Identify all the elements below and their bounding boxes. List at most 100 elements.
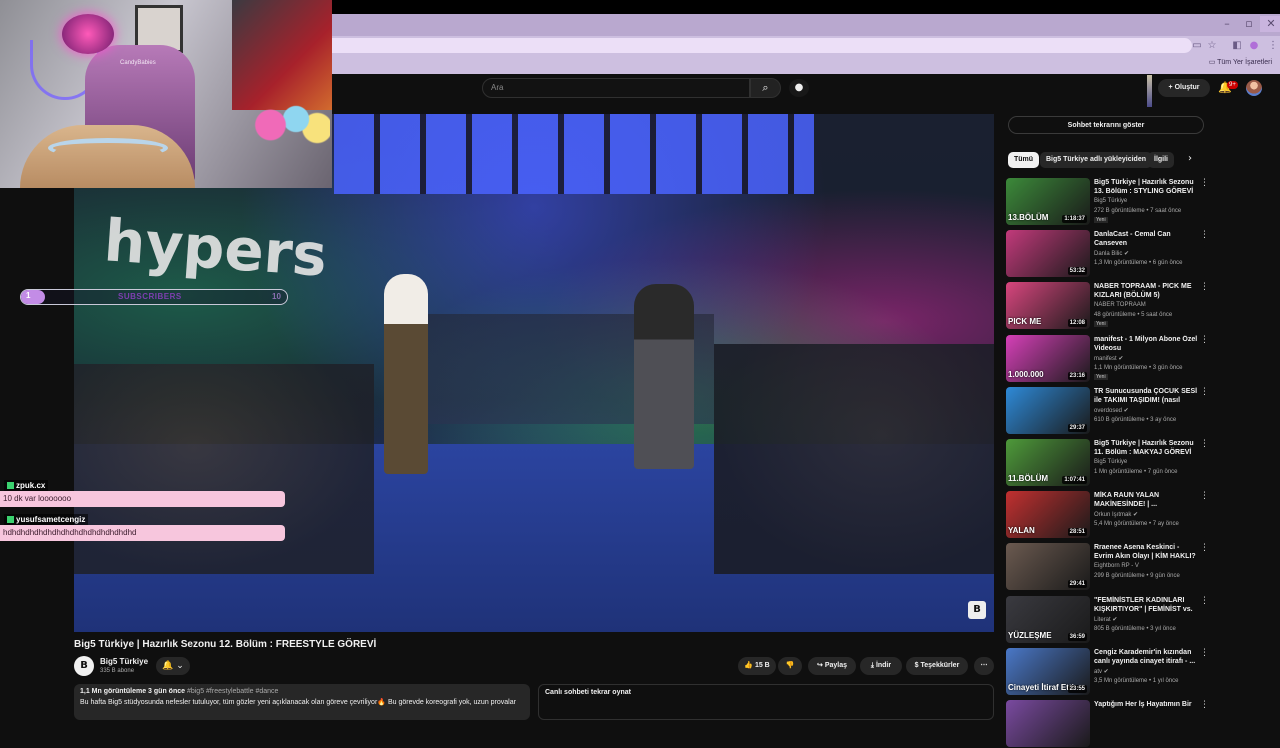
subscribed-bell-button[interactable]: 🔔 ⌄ [156, 657, 190, 675]
recommendation-channel[interactable]: Danla Bilic ✔ [1094, 250, 1129, 257]
recommendation-channel[interactable]: Literat ✔ [1094, 616, 1117, 623]
more-vert-icon[interactable]: ⋮ [1200, 700, 1209, 710]
video-thumbnail[interactable]: YÜZLEŞME 36:59 [1006, 596, 1090, 643]
video-thumbnail[interactable]: 29:41 [1006, 543, 1090, 590]
more-vert-icon[interactable]: ⋮ [1200, 543, 1209, 553]
more-vert-icon[interactable]: ⋮ [1200, 648, 1209, 658]
video-thumbnail[interactable]: PICK ME 12:08 [1006, 282, 1090, 329]
more-vert-icon[interactable]: ⋮ [1200, 230, 1209, 240]
download-button[interactable]: ⤓ İndir [860, 657, 902, 675]
description-text: Bu hafta Big5 stüdyosunda nefesler tutul… [80, 699, 516, 706]
recommendation-item[interactable]: 53:32 DanlaCast - Cemal Can Canseven Danla… [1006, 230, 1210, 278]
maximize-button[interactable]: ▫ [1238, 16, 1260, 32]
recommendation-meta: 3,5 Mn görüntüleme • 1 yıl önce [1094, 678, 1179, 684]
extension-icon[interactable]: ◧ [1230, 39, 1244, 53]
search-button[interactable]: ⌕ [750, 78, 781, 98]
recommendation-channel[interactable]: NABER TOPRAAM [1094, 302, 1146, 308]
show-chat-replay-button[interactable]: Sohbet tekrarını göster [1008, 116, 1204, 134]
recommendation-item[interactable]: 11.BÖLÜM 1:07:41 Big5 Türkiye | Hazırlık S… [1006, 439, 1210, 487]
channel-avatar[interactable]: B [74, 656, 94, 676]
recommendation-channel[interactable]: Eightborn RP - V [1094, 563, 1139, 569]
recommendation-item[interactable]: 29:37 TR Sunucusunda ÇOCUK SESİ ile TAKIM… [1006, 387, 1210, 435]
more-vert-icon[interactable]: ⋮ [1200, 596, 1209, 606]
all-bookmarks-link[interactable]: ▭ Tüm Yer İşaretleri [1209, 58, 1272, 66]
video-thumbnail[interactable]: 13.BÖLÜM 1:18:37 [1006, 178, 1090, 225]
create-button[interactable]: + Oluştur [1158, 79, 1210, 97]
video-player[interactable]: hypers B [74, 114, 994, 632]
recommendation-item[interactable]: 1.000.000 23:16 manifest - 1 Milyon Abone … [1006, 335, 1210, 383]
video-thumbnail[interactable]: 29:37 [1006, 387, 1090, 434]
more-actions-button[interactable]: ⋯ [974, 657, 994, 675]
scene-crowd-left [74, 364, 374, 574]
recommendation-channel[interactable]: manifest ✔ [1094, 355, 1123, 362]
channel-name[interactable]: Big5 Türkiye [100, 657, 148, 666]
video-thumbnail[interactable]: YALAN 28:51 [1006, 491, 1090, 538]
recommendation-channel[interactable]: atv ✔ [1094, 668, 1109, 675]
chat-replay-panel[interactable]: Canlı sohbeti tekrar oynat [538, 684, 994, 720]
recommendation-title[interactable]: "FEMİNİSTLER KADINLARI KIŞKIRTIYOR" | FE… [1094, 596, 1198, 614]
recommendation-item[interactable]: Yaptığım Her İş Hayatımın Bir ⋮ [1006, 700, 1210, 748]
video-thumbnail[interactable]: 11.BÖLÜM 1:07:41 [1006, 439, 1090, 486]
recommendation-title[interactable]: Big5 Türkiye | Hazırlık Sezonu 11. Bölüm… [1094, 439, 1198, 457]
video-thumbnail[interactable] [1006, 700, 1090, 747]
chip-all[interactable]: Tümü [1008, 152, 1040, 168]
decorative-stripe [1147, 75, 1152, 107]
duration-badge: 53:32 [1067, 267, 1087, 275]
profile-icon[interactable]: ● [1247, 39, 1261, 53]
recommendation-item[interactable]: YALAN 28:51 MİKA RAUN YALAN MAKİNESİNDE! |… [1006, 491, 1210, 539]
chip-from-uploader[interactable]: Big5 Türkiye adlı yükleyiciden [1040, 152, 1152, 168]
chevron-right-icon[interactable]: › [1188, 153, 1192, 164]
recommendation-title[interactable]: Big5 Türkiye | Hazırlık Sezonu 13. Bölüm… [1094, 178, 1198, 196]
more-vert-icon[interactable]: ⋮ [1200, 178, 1209, 188]
more-vert-icon[interactable]: ⋮ [1200, 439, 1209, 449]
chip-related[interactable]: İlgili [1148, 152, 1174, 168]
share-button[interactable]: ↪ Paylaş [808, 657, 856, 675]
thumbnail-text: Cinayeti İtiraf Etti [1008, 683, 1074, 692]
recommendation-channel[interactable]: Big5 Türkiye [1094, 459, 1127, 465]
like-button[interactable]: 👍 15 B [738, 657, 776, 675]
search-input[interactable]: Ara [482, 78, 750, 98]
recommendation-item[interactable]: PICK ME 12:08 NABER TOPRAAM - PICK ME KIZL… [1006, 282, 1210, 330]
cast-icon[interactable]: ▭ [1190, 39, 1204, 53]
address-bar[interactable] [332, 38, 1192, 53]
hashtags[interactable]: #big5 #freestylebattle #dance [187, 688, 278, 695]
more-vert-icon[interactable]: ⋮ [1200, 335, 1209, 345]
video-thumbnail[interactable]: 1.000.000 23:16 [1006, 335, 1090, 382]
recommendation-title[interactable]: manifest - 1 Milyon Abone Özel Videosu [1094, 335, 1198, 353]
voice-search-button[interactable]: ● [789, 79, 809, 97]
recommendation-item[interactable]: 29:41 Rraenee Asena Keskinci - Evrim Akın… [1006, 543, 1210, 591]
thumbnail-text: 11.BÖLÜM [1008, 474, 1049, 483]
recommendation-title[interactable]: Yaptığım Her İş Hayatımın Bir [1094, 700, 1198, 709]
star-icon[interactable]: ☆ [1205, 39, 1219, 53]
menu-icon[interactable]: ⋮ [1266, 39, 1280, 53]
close-button[interactable]: ✕ [1260, 16, 1280, 32]
thumbnail-text: YALAN [1008, 526, 1035, 535]
subscriber-count-text: 335 B abone [100, 668, 135, 674]
recommendation-title[interactable]: DanlaCast - Cemal Can Canseven [1094, 230, 1198, 248]
more-vert-icon[interactable]: ⋮ [1200, 491, 1209, 501]
recommendation-channel[interactable]: Big5 Türkiye [1094, 198, 1127, 204]
recommendation-title[interactable]: TR Sunucusunda ÇOCUK SESİ ile TAKIMI TAŞ… [1094, 387, 1198, 405]
recommendation-channel[interactable]: overdosed ✔ [1094, 407, 1129, 414]
recommendation-title[interactable]: Cengiz Karademir'in kızından canlı yayın… [1094, 648, 1198, 666]
description-box[interactable]: 1,1 Mn görüntüleme 3 gün önce #big5 #fre… [74, 684, 530, 720]
recommendation-title[interactable]: MİKA RAUN YALAN MAKİNESİNDE! | ... [1094, 491, 1198, 509]
thanks-button[interactable]: $ Teşekkürler [906, 657, 968, 675]
recommendation-title[interactable]: Rraenee Asena Keskinci - Evrim Akın Olay… [1094, 543, 1198, 561]
recommendation-meta: 805 B görüntüleme • 3 yıl önce [1094, 626, 1176, 632]
recommendation-channel[interactable]: Orkun Işıtmak ✔ [1094, 511, 1138, 518]
video-thumbnail[interactable]: Cinayeti İtiraf Etti 23:55 [1006, 648, 1090, 695]
minimize-button[interactable]: – [1216, 16, 1238, 32]
dislike-button[interactable]: 👎 [778, 657, 802, 675]
channel-watermark-icon[interactable]: B [968, 601, 986, 619]
recommendation-item[interactable]: YÜZLEŞME 36:59 "FEMİNİSTLER KADINLARI KIŞK… [1006, 596, 1210, 644]
search-icon: ⌕ [762, 81, 769, 94]
recommendation-item[interactable]: 13.BÖLÜM 1:18:37 Big5 Türkiye | Hazırlık S… [1006, 178, 1210, 226]
video-thumbnail[interactable]: 53:32 [1006, 230, 1090, 277]
recommendation-title[interactable]: NABER TOPRAAM - PICK ME KIZLARI (BÖLÜM 5… [1094, 282, 1198, 300]
more-vert-icon[interactable]: ⋮ [1200, 387, 1209, 397]
more-vert-icon[interactable]: ⋮ [1200, 282, 1209, 292]
recommendation-meta: 1,1 Mn görüntüleme • 3 gün önce [1094, 365, 1183, 371]
recommendation-item[interactable]: Cinayeti İtiraf Etti 23:55 Cengiz Karademi… [1006, 648, 1210, 696]
account-avatar[interactable] [1246, 80, 1262, 96]
